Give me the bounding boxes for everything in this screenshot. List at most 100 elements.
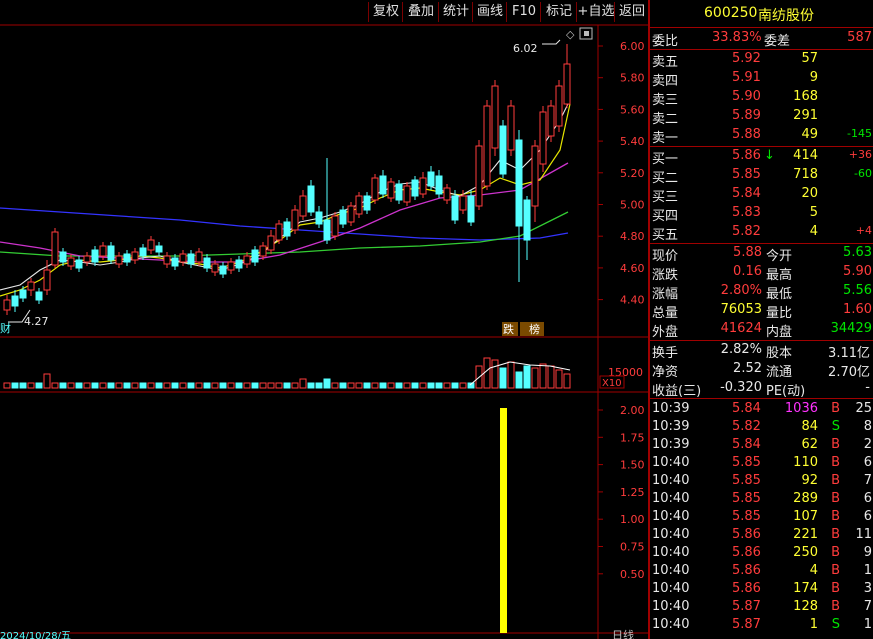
volume-bar <box>163 382 171 389</box>
ask-label: 卖二 <box>652 112 679 127</box>
volume-bar <box>299 378 307 389</box>
candle-body <box>43 269 51 291</box>
tick-count: 7 <box>863 599 872 614</box>
tick-price: 5.86 <box>732 527 761 542</box>
bid-row: 买一 5.86 ↓ 414 +36 <box>652 148 873 167</box>
bid-change: +36 <box>848 148 872 161</box>
volume-bar <box>139 382 147 389</box>
period-label[interactable]: 日线 <box>612 628 634 639</box>
tick-count: 1 <box>863 563 872 578</box>
list-tag[interactable]: 榜 <box>529 322 540 336</box>
quote-label: 涨跌 <box>652 268 679 283</box>
quote-label: 最高 <box>766 268 793 283</box>
diamond-icon[interactable]: ◇ <box>566 28 575 41</box>
volume-bar <box>307 382 315 389</box>
candle-body <box>219 265 227 275</box>
candle-body <box>203 257 211 269</box>
candle-body <box>139 247 147 257</box>
fund-label: 收益(三) <box>652 384 702 399</box>
volume-bar <box>275 382 283 389</box>
quote-value: 0.16 <box>733 264 762 279</box>
tick-side: B <box>831 491 840 506</box>
candle-body <box>387 181 395 199</box>
ask-row: 卖二 5.89 291 <box>652 108 873 127</box>
candle-body <box>419 177 427 195</box>
fund-label: PE(动) <box>766 384 806 399</box>
quote-row: 外盘 41624 内盘 34429 <box>652 321 873 340</box>
ask-price: 5.88 <box>732 127 761 142</box>
candle-body <box>147 239 155 251</box>
volume-bar <box>187 382 195 389</box>
candle-body <box>315 211 323 225</box>
left-tag: 财 <box>0 321 11 335</box>
volume-bars <box>3 357 571 389</box>
tick-side: B <box>831 545 840 560</box>
tick-volume: 110 <box>793 455 818 470</box>
tick-row: 10:40 5.86 221 B 11 <box>652 527 873 546</box>
volume-bar <box>83 382 91 389</box>
quote-value: 5.90 <box>843 264 872 279</box>
volume-bar <box>291 382 299 389</box>
quote-value: 2.80% <box>720 283 762 298</box>
indicator-tick: 1.00 <box>620 513 645 526</box>
tick-side: B <box>831 563 840 578</box>
tick-volume: 221 <box>793 527 818 542</box>
tick-price: 5.84 <box>732 437 761 452</box>
candle-body <box>459 195 467 211</box>
tick-row: 10:39 5.82 84 S 8 <box>652 419 873 438</box>
tick-row: 10:40 5.85 289 B 6 <box>652 491 873 510</box>
volume-bar <box>115 382 123 389</box>
collapse-icon-inner <box>584 31 589 36</box>
candle-body <box>11 295 19 307</box>
fund-value: 2.70亿 <box>828 365 870 380</box>
tick-time: 10:40 <box>652 581 690 596</box>
fund-value: - <box>865 380 870 395</box>
bid-arrow-icon: ↓ <box>764 148 775 163</box>
kline-chart[interactable]: 6.00 5.80 5.60 5.40 5.20 5.00 4.80 4.60 4.40 2.0… <box>0 0 648 639</box>
candle-body <box>355 195 363 215</box>
price-tick: 5.20 <box>620 167 645 180</box>
candlesticks <box>3 44 571 315</box>
volume-bar <box>355 382 363 389</box>
candle-body <box>163 255 171 265</box>
ask-volume: 168 <box>793 89 818 104</box>
bid-label: 买五 <box>652 228 679 243</box>
volume-bar <box>339 382 347 389</box>
volume-bar <box>219 382 227 389</box>
tick-time: 10:40 <box>652 473 690 488</box>
tick-row: 10:40 5.85 92 B 7 <box>652 473 873 492</box>
quote-label: 内盘 <box>766 325 793 340</box>
tick-side: B <box>831 581 840 596</box>
volume-bar <box>323 378 331 389</box>
fall-tag[interactable]: 跌 <box>503 322 514 336</box>
bid-price: 5.82 <box>732 224 761 239</box>
tick-volume: 289 <box>793 491 818 506</box>
tick-count: 9 <box>863 545 872 560</box>
candle-body <box>243 255 251 265</box>
indicator-tick: 0.75 <box>620 541 645 554</box>
price-axis: 6.00 5.80 5.60 5.40 5.20 5.00 4.80 4.60 4.40 <box>598 40 645 307</box>
volume-bar <box>99 382 107 389</box>
candle-body <box>323 219 331 241</box>
volume-bar <box>499 367 507 389</box>
candle-body <box>339 209 347 225</box>
volume-bar <box>347 382 355 389</box>
tick-side: B <box>831 599 840 614</box>
volume-unit: X10 <box>602 378 622 389</box>
tick-volume: 250 <box>793 545 818 560</box>
price-tick: 4.80 <box>620 230 645 243</box>
tick-time: 10:40 <box>652 455 690 470</box>
volume-bar <box>523 365 531 389</box>
price-tick: 4.60 <box>620 262 645 275</box>
candle-body <box>283 221 291 237</box>
stock-name: 南纺股份 <box>758 8 814 24</box>
volume-bar <box>27 382 35 389</box>
tick-time: 10:40 <box>652 563 690 578</box>
tick-price: 5.87 <box>732 599 761 614</box>
candle-body <box>123 253 131 263</box>
quote-row: 涨跌 0.16 最高 5.90 <box>652 264 873 283</box>
tick-price: 5.85 <box>732 473 761 488</box>
quote-label: 最低 <box>766 287 793 302</box>
tick-volume: 62 <box>801 437 818 452</box>
tick-volume: 128 <box>793 599 818 614</box>
